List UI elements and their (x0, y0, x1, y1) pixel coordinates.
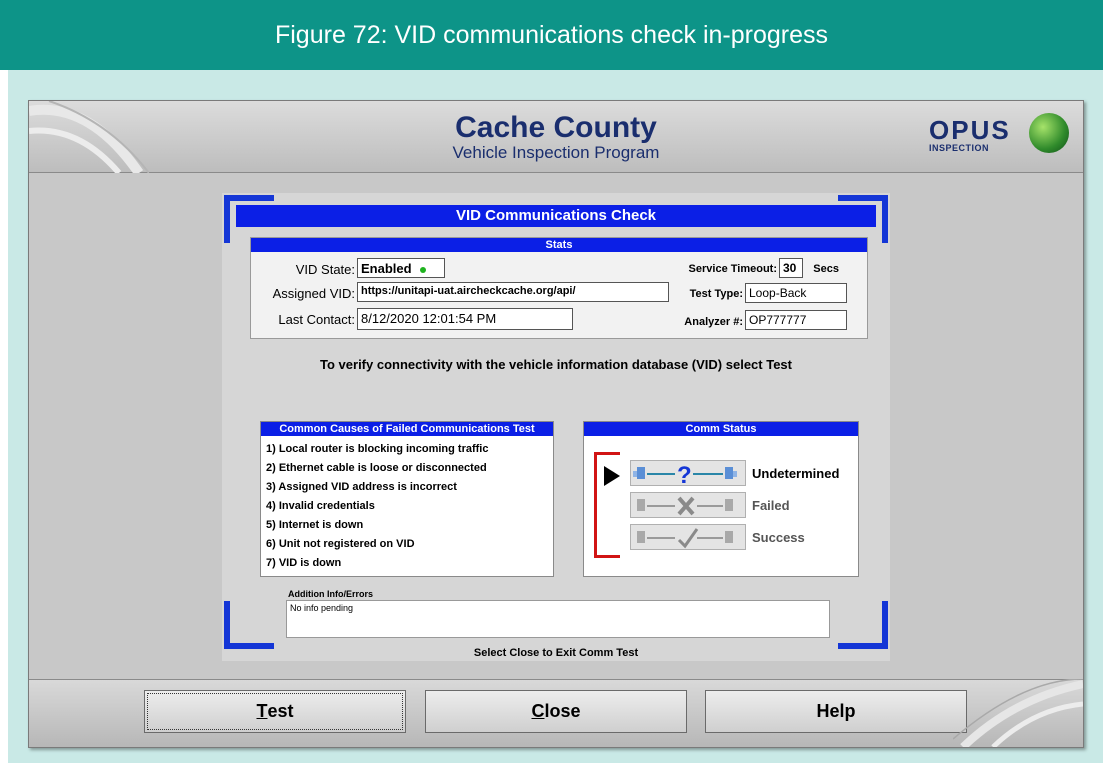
success-status-button (630, 524, 746, 550)
service-timeout-label: Service Timeout: (688, 263, 777, 275)
failed-label: Failed (752, 498, 790, 513)
close-button-label: lose (544, 701, 581, 721)
close-button[interactable]: Close (425, 690, 687, 733)
test-button[interactable]: Test (144, 690, 406, 733)
test-type-field[interactable]: Loop-Back (745, 283, 847, 303)
service-timeout-unit: Secs (813, 263, 839, 275)
dialog-title: VID Communications Check (236, 205, 876, 227)
help-button[interactable]: Help (705, 690, 967, 733)
swoosh-decoration (953, 679, 1083, 747)
figure-body: Cache County Vehicle Inspection Program … (8, 70, 1103, 763)
app-banner: Cache County Vehicle Inspection Program … (29, 101, 1083, 173)
app-window: Cache County Vehicle Inspection Program … (28, 100, 1084, 748)
app-title: Cache County (455, 111, 657, 144)
close-mnemonic: C (531, 701, 545, 721)
comm-status-header: Comm Status (584, 422, 858, 436)
globe-icon (1029, 113, 1069, 153)
list-item: 4) Invalid credentials (266, 500, 375, 512)
addinfo-label: Addition Info/Errors (288, 589, 373, 599)
corner-decoration (224, 601, 274, 649)
test-mnemonic: T (256, 701, 268, 721)
stats-panel: Stats VID State: Enabled Assigned VID: h… (250, 237, 868, 339)
list-item: 6) Unit not registered on VID (266, 538, 415, 550)
last-contact-field[interactable]: 8/12/2020 12:01:54 PM (357, 308, 573, 330)
svg-text:?: ? (677, 462, 692, 487)
undetermined-label: Undetermined (752, 466, 840, 481)
figure-caption: Figure 72: VID communications check in-p… (0, 0, 1103, 70)
assigned-vid-field[interactable]: https://unitapi-uat.aircheckcache.org/ap… (357, 282, 669, 302)
vid-comm-dialog: VID Communications Check Stats VID State… (222, 193, 890, 661)
instruction-text: To verify connectivity with the vehicle … (320, 357, 792, 372)
app-subtitle: Vehicle Inspection Program (452, 143, 660, 162)
undetermined-status-button: ? (630, 460, 746, 489)
stats-header: Stats (251, 238, 867, 252)
vid-state-field: Enabled (357, 258, 445, 278)
analyzer-field[interactable]: OP777777 (745, 310, 847, 330)
vid-state-value: Enabled (361, 261, 412, 276)
network-check-icon (637, 528, 733, 549)
failure-causes-panel: Common Causes of Failed Communications T… (260, 421, 554, 577)
status-dot-icon (419, 266, 426, 273)
opus-logo: OPUS INSPECTION (929, 113, 1069, 157)
list-item: 5) Internet is down (266, 519, 364, 531)
service-timeout-field[interactable]: 30 (779, 258, 803, 278)
network-x-icon (637, 496, 733, 516)
causes-header: Common Causes of Failed Communications T… (261, 422, 553, 436)
last-contact-label: Last Contact: (278, 312, 355, 327)
list-item: 3) Assigned VID address is incorrect (266, 481, 457, 493)
exit-instruction: Select Close to Exit Comm Test (473, 647, 639, 659)
analyzer-label: Analyzer #: (684, 316, 743, 328)
button-bar: Test Close Help (29, 679, 1083, 747)
causes-list: 1) Local router is blocking incoming tra… (261, 436, 553, 573)
logo-main-text: OPUS (929, 115, 1011, 145)
test-type-label: Test Type: (689, 288, 743, 300)
assigned-vid-label: Assigned VID: (272, 286, 355, 301)
success-label: Success (752, 530, 805, 545)
network-question-icon: ? (633, 462, 737, 489)
list-item: 2) Ethernet cable is loose or disconnect… (266, 462, 487, 474)
failed-status-button (630, 492, 746, 518)
list-item: 7) VID is down (266, 557, 342, 569)
list-item: 1) Local router is blocking incoming tra… (266, 443, 489, 455)
test-button-label: est (267, 701, 294, 721)
current-status-arrow-icon (604, 466, 620, 486)
logo-sub-text: INSPECTION (929, 143, 990, 153)
addinfo-textbox[interactable]: No info pending (286, 600, 830, 638)
corner-decoration (838, 601, 888, 649)
comm-status-panel: Comm Status ? Undetermined Failed Succes… (583, 421, 859, 577)
vid-state-label: VID State: (295, 262, 355, 277)
